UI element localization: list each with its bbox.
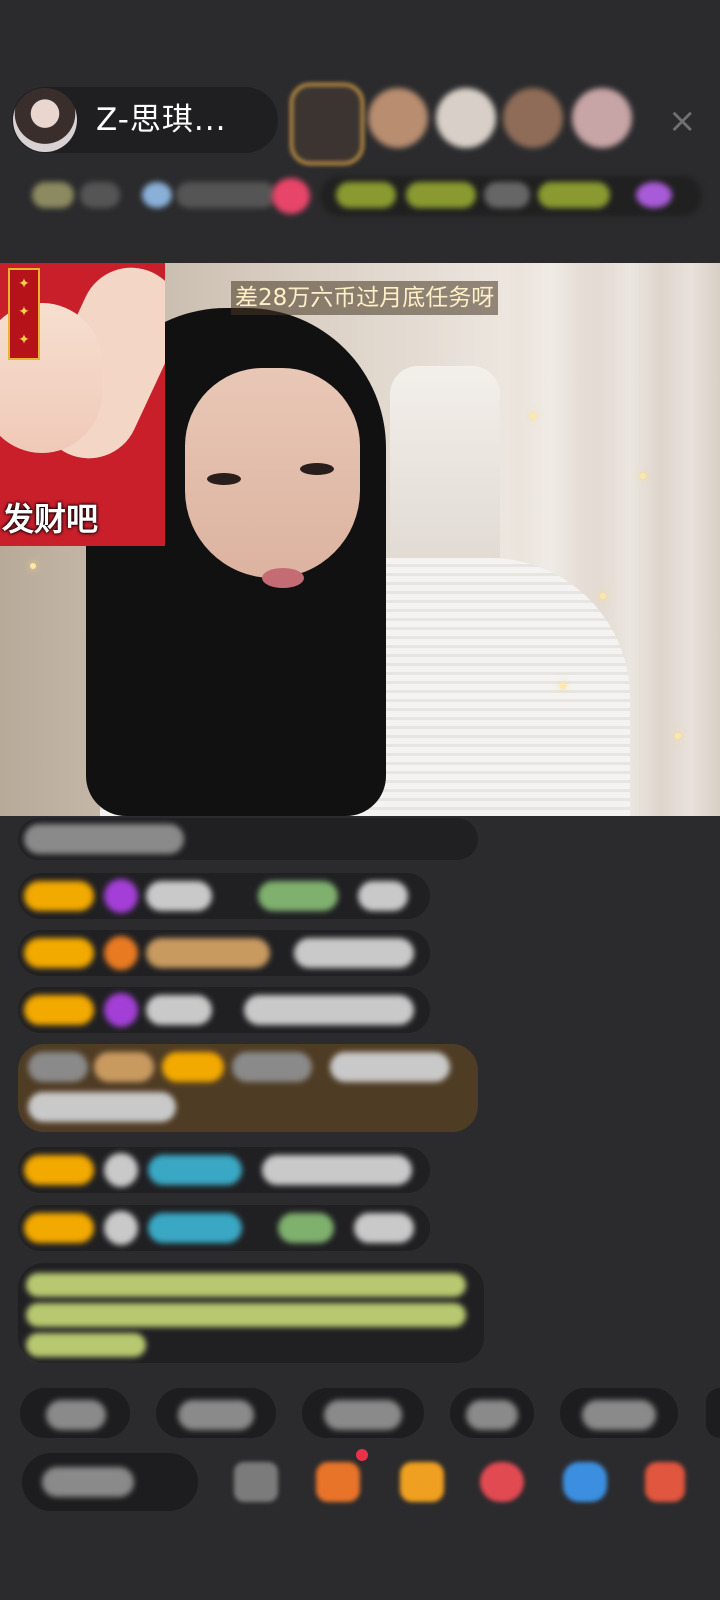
level-badge [32,182,74,208]
sticker-overlay: ✦ ✦ ✦ 发财吧 [0,263,165,546]
chat-message[interactable] [18,873,430,919]
heart-icon[interactable] [272,178,310,214]
notification-dot [356,1449,368,1461]
viewer-avatar[interactable] [436,88,496,148]
chat-message[interactable] [18,930,430,976]
top-viewer-avatar[interactable] [290,83,364,165]
quick-reply-tag[interactable] [450,1388,534,1438]
activity-icon[interactable] [645,1462,685,1502]
game-icon[interactable] [480,1462,524,1502]
more-icon[interactable] [234,1462,278,1502]
viewer-avatar[interactable] [503,88,563,148]
avatar [104,1153,138,1187]
gift-icon[interactable] [636,182,672,208]
banner-chip [336,182,396,208]
stream-caption: 差28万六币过月底任务呀 [231,281,499,315]
status-row [20,172,702,220]
chat-message[interactable] [18,987,430,1033]
chat-message[interactable] [18,1205,430,1251]
chat-message[interactable] [18,818,478,860]
chat-message[interactable] [18,1147,430,1193]
chat-input[interactable] [22,1453,198,1511]
box-icon[interactable] [316,1462,360,1502]
host-name[interactable]: Z-思琪... [96,102,226,138]
status-text [176,182,276,208]
quick-reply-tag[interactable] [560,1388,678,1438]
gift-icon[interactable] [400,1462,444,1502]
chat-message-highlighted[interactable] [18,1044,478,1132]
avatar [104,1211,138,1245]
banner-chip [538,182,610,208]
shop-icon[interactable] [563,1462,607,1502]
badge-icon [104,936,138,970]
close-icon[interactable]: × [668,104,697,138]
quick-reply-tag[interactable] [156,1388,276,1438]
quick-reply-tag[interactable] [302,1388,424,1438]
quick-reply-tag[interactable] [20,1388,130,1438]
viewer-avatar[interactable] [368,88,428,148]
status-icon [142,182,172,208]
quick-reply-tag[interactable] [706,1388,720,1438]
banner-chip [406,182,476,208]
gem-icon [104,993,138,1027]
system-notice [18,1263,484,1363]
viewer-avatar[interactable] [572,88,632,148]
sticker-text: 发财吧 [2,500,99,538]
host-avatar[interactable] [13,88,77,152]
gem-icon [104,879,138,913]
status-text [80,182,120,208]
charm-icon: ✦ ✦ ✦ [8,268,40,360]
banner-chip [484,182,530,208]
